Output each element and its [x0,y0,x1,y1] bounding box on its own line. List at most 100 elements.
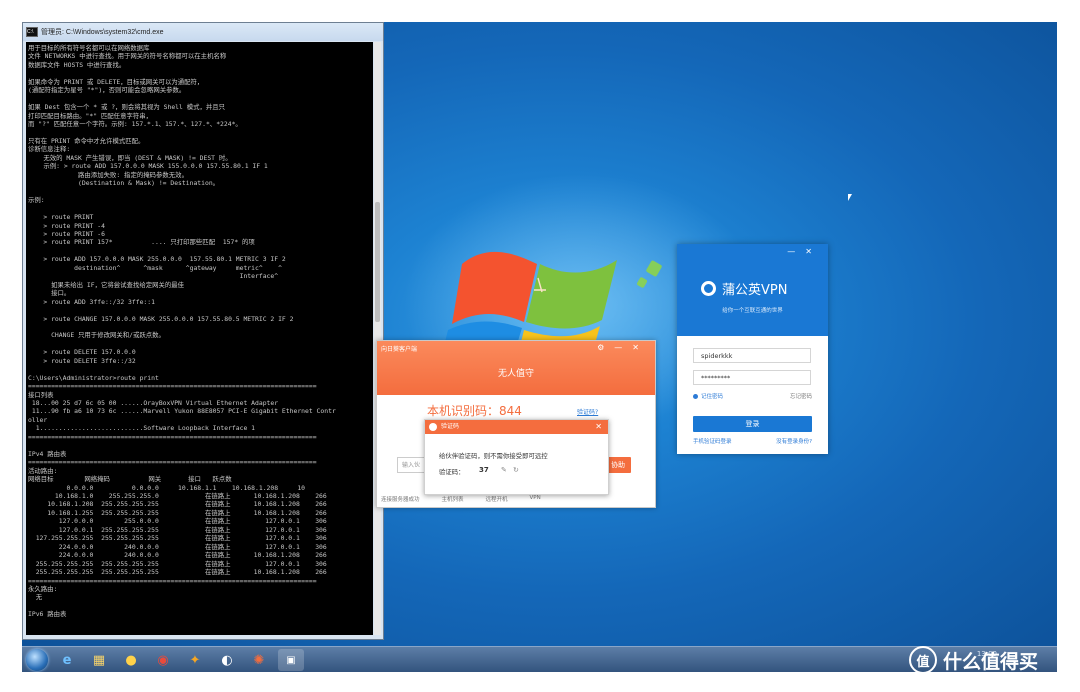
cmd-scrollbar[interactable] [374,42,381,635]
console-line: > route ADD 157.0.0.0 MASK 255.0.0.0 157… [28,255,286,264]
start-button[interactable] [26,649,48,671]
vpn-login-window[interactable]: —✕ 蒲公英VPN 给你一个互联互通的世界 spiderkkk ********… [677,244,828,454]
verify-popup-header: 验证码 ✕ [425,420,608,434]
vpn-brand-name: 蒲公英VPN [722,283,788,298]
sunflower-icon [429,423,437,431]
cmd-taskbar-icon[interactable]: ▣ [278,649,304,671]
window-controls[interactable]: ⚙—✕ [597,343,649,352]
vpn-header: —✕ 蒲公英VPN 给你一个互联互通的世界 [677,244,828,336]
console-line: > route CHANGE 157.0.0.0 MASK 255.0.0.0 … [28,314,294,323]
verify-code-link[interactable]: 验证码? [577,407,598,416]
console-line: ========================================… [28,432,317,441]
edit-icon[interactable]: ✎ [501,466,507,474]
console-line: 永久路由: [28,585,58,593]
desktop: C:\ 管理员: C:\Windows\system32\cmd.exe 用于目… [22,22,1057,672]
console-line: ========================================… [28,576,317,585]
console-line: IPv6 路由表 [28,610,67,619]
console-line: > route DELETE 3ffe::/32 [28,356,136,365]
console-line: 活动路由: [28,466,58,475]
vpn-footer: 手机验证码登录 没有登录身份? [693,437,812,445]
ie-icon[interactable]: e [54,649,80,671]
console-line: 127.0.0.0 255.0.0.0 在链路上 127.0.0.1 306 [28,517,327,526]
chrome-icon[interactable]: ◉ [150,649,176,671]
verify-popup[interactable]: 验证码 ✕ 给伙伴验证码，则不需你接受即可远控 验证码： 37 ✎ ↻ [424,419,609,495]
username-field[interactable]: spiderkkk [693,348,811,363]
sms-login-link[interactable]: 手机验证码登录 [693,437,732,445]
console-line: 如果命令为 PRINT 或 DELETE，目标或网关可以为通配符， [28,77,204,86]
status-connected: 连接服务器成功 [381,497,420,503]
console-line: 数据库文件 HOSTS 中进行查找。 [28,60,126,69]
console-line: 1...........................Software Loo… [28,424,256,433]
console-line: 只有在 PRINT 命令中才允许模式匹配。 [28,136,145,145]
sunflower-title: 向日葵客户端 [381,346,418,353]
console-line: 18...00 25 d7 6c 05 00 ......OrayBoxVPN … [28,399,279,408]
console-line: 127.0.0.1 255.255.255.255 在链路上 127.0.0.1… [28,525,327,534]
console-line: ========================================… [28,382,317,391]
console-line: 路由添加失败: 指定的掩码参数无效。 [28,170,188,179]
explorer-icon[interactable]: ▦ [86,649,112,671]
scrollbar-thumb[interactable] [375,202,380,322]
refresh-icon[interactable]: ↻ [513,466,519,474]
console-line: 文件 NETWORKS 中进行查找。用于网关的符号名称都可以在主机名称 [28,52,227,61]
console-line: 诊断信息注释: [28,145,71,154]
console-line: > route ADD 3ffe::/32 3ffe::1 [28,297,155,306]
verify-popup-title: 验证码 [441,423,460,430]
console-line: CHANGE 只用于修改网关和/或跃点数。 [28,331,165,340]
console-line: 示例: > route ADD 157.0.0.0 MASK 155.0.0.0… [28,162,268,171]
remember-password-checkbox[interactable]: 记住密码 [693,392,723,400]
console-line: 10.168.1.208 255.255.255.255 在链路上 10.168… [28,500,327,509]
sunflower-taskbar-icon[interactable]: ✺ [246,649,272,671]
console-line: oller [28,415,48,424]
console-line: 接口列表 [28,390,54,399]
forgot-password-link[interactable]: 忘记密码 [790,392,812,400]
console-line: Interface^ [28,272,279,281]
console-line: IPv4 路由表 [28,449,67,458]
console-line: 如果未给出 IF，它将尝试查找给定网关的最佳 [28,280,185,289]
window-controls[interactable]: —✕ [787,247,822,256]
cmd-titlebar[interactable]: C:\ 管理员: C:\Windows\system32\cmd.exe [23,23,383,41]
login-button[interactable]: 登录 [693,416,812,432]
console-line: 224.0.0.0 240.0.0.0 在链路上 127.0.0.1 306 [28,542,327,551]
remember-label: 记住密码 [701,394,724,400]
console-line: 接口。 [28,289,71,298]
console-line: 示例: [28,196,45,205]
console-line: 打印匹配目标路由。"*" 匹配任意字符串， [28,111,153,120]
vpn-brand: 蒲公英VPN [701,279,787,298]
console-line: 255.255.255.255 255.255.255.255 在链路上 10.… [28,568,327,577]
verify-code-label: 验证码： [439,468,465,476]
console-line: (通配符指定为星号 "*")，否则可能会忽略网关参数。 [28,86,186,95]
mouse-cursor-icon [848,194,852,201]
status-host-list[interactable]: 主机列表 [442,495,464,505]
media-icon[interactable]: ● [118,649,144,671]
machine-id: 本机识别码：844 [427,404,522,418]
vpn-logo-icon [701,281,716,296]
status-remote-boot[interactable]: 远程开机 [486,495,508,505]
status-vpn[interactable]: VPN [530,495,541,505]
console-line: C:\Users\Administrator>route print [28,373,159,382]
cmd-console[interactable]: 用于目标的所有符号名都可以在网络数据库 文件 NETWORKS 中进行查找。用于网… [26,42,373,635]
vpn-taskbar-icon[interactable]: ◐ [214,649,240,671]
verify-message: 给伙伴验证码，则不需你接受即可远控 [439,452,548,460]
radio-icon [693,393,698,399]
console-line: 255.255.255.255 255.255.255.255 在链路上 127… [28,559,327,568]
password-field[interactable]: ********* [693,370,811,385]
console-line: 无 [28,593,43,602]
cmd-title: 管理员: C:\Windows\system32\cmd.exe [41,29,164,36]
console-line: > route PRINT -4 [28,221,105,230]
register-link[interactable]: 没有登录身份? [776,437,812,445]
cmd-window[interactable]: C:\ 管理员: C:\Windows\system32\cmd.exe 用于目… [22,22,384,640]
console-line: > route DELETE 157.0.0.0 [28,348,136,357]
console-line: 127.255.255.255 255.255.255.255 在链路上 127… [28,534,327,543]
tool-icon[interactable]: ✦ [182,649,208,671]
console-line: 11...90 fb a6 10 73 6c ......Marvell Yuk… [28,407,336,416]
close-icon[interactable]: ✕ [595,420,602,434]
sunflower-header: 向日葵客户端 ⚙—✕ 无人值守 [377,341,655,395]
